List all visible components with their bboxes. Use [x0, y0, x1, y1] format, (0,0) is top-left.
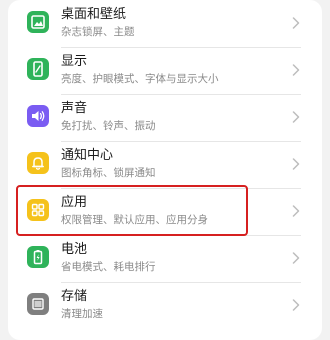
- settings-item-sound[interactable]: 声音 免打扰、铃声、振动: [8, 94, 322, 141]
- item-subtitle: 省电模式、耗电排行: [61, 261, 156, 273]
- item-subtitle: 杂志锁屏、主题: [61, 26, 135, 38]
- item-title: 声音: [61, 101, 88, 116]
- item-title: 电池: [61, 242, 88, 257]
- chevron-right-icon: [292, 111, 300, 123]
- settings-item-notifications[interactable]: 通知中心 图标角标、锁屏通知: [8, 141, 322, 188]
- apps-icon: [27, 199, 49, 221]
- chevron-right-icon: [292, 299, 300, 311]
- item-title: 应用: [61, 195, 88, 210]
- settings-item-storage[interactable]: 存储 清理加速: [8, 282, 322, 329]
- chevron-right-icon: [292, 252, 300, 264]
- item-title: 存储: [61, 289, 88, 304]
- item-title: 显示: [61, 54, 88, 69]
- settings-item-apps[interactable]: 应用 权限管理、默认应用、应用分身: [8, 188, 322, 235]
- chevron-right-icon: [292, 158, 300, 170]
- settings-item-wallpaper[interactable]: 桌面和壁纸 杂志锁屏、主题: [8, 0, 322, 47]
- battery-icon: [27, 246, 49, 268]
- bell-icon: [27, 152, 49, 174]
- item-title: 通知中心: [61, 148, 114, 163]
- item-title: 桌面和壁纸: [61, 7, 127, 22]
- chevron-right-icon: [292, 17, 300, 29]
- storage-icon: [27, 293, 49, 315]
- wallpaper-icon: [27, 11, 49, 33]
- settings-item-display[interactable]: 显示 亮度、护眼模式、字体与显示大小: [8, 47, 322, 94]
- item-subtitle: 权限管理、默认应用、应用分身: [61, 214, 208, 226]
- settings-item-battery[interactable]: 电池 省电模式、耗电排行: [8, 235, 322, 282]
- item-subtitle: 亮度、护眼模式、字体与显示大小: [61, 73, 219, 85]
- item-subtitle: 清理加速: [61, 308, 103, 320]
- chevron-right-icon: [292, 64, 300, 76]
- display-icon: [27, 58, 49, 80]
- item-subtitle: 图标角标、锁屏通知: [61, 167, 156, 179]
- chevron-right-icon: [292, 205, 300, 217]
- sound-icon: [27, 105, 49, 127]
- item-subtitle: 免打扰、铃声、振动: [61, 120, 156, 132]
